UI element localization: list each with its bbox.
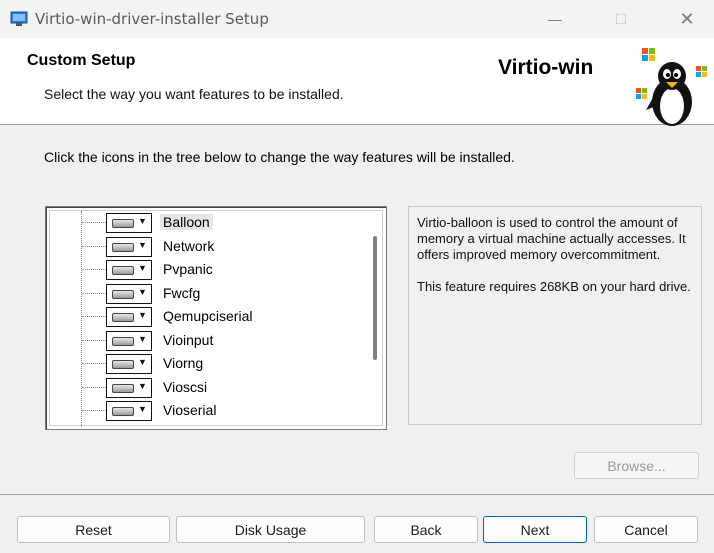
- feature-row[interactable]: ▼ Qemupciserial: [50, 305, 370, 328]
- reset-button[interactable]: Reset: [17, 516, 170, 543]
- feature-row[interactable]: ▼ Pvpanic: [50, 258, 370, 281]
- maximize-button[interactable]: ☐: [598, 0, 644, 38]
- feature-label[interactable]: Qemupciserial: [160, 308, 255, 324]
- dropdown-arrow-icon: ▼: [138, 263, 147, 273]
- dropdown-arrow-icon: ▼: [138, 333, 147, 344]
- feature-install-state-button[interactable]: ▼: [106, 213, 152, 233]
- dropdown-arrow-icon: ▼: [138, 239, 147, 250]
- feature-install-state-button[interactable]: ▼: [106, 260, 152, 280]
- tree-branch-line: [82, 245, 106, 247]
- feature-label[interactable]: Vioserial: [160, 402, 219, 418]
- disk-usage-button[interactable]: Disk Usage: [176, 516, 365, 543]
- tree-branch-line: [82, 386, 106, 388]
- tree-branch-line: [82, 363, 106, 364]
- feature-install-state-button[interactable]: ▼: [106, 401, 152, 421]
- brand-logo-text: Virtio-win: [498, 56, 594, 79]
- minimize-button[interactable]: —: [532, 0, 578, 38]
- footer-divider: [0, 494, 714, 495]
- hard-drive-icon: [112, 289, 134, 299]
- feature-install-state-button[interactable]: ▼: [106, 283, 152, 304]
- setup-header: Custom Setup Select the way you want fea…: [0, 38, 714, 126]
- next-button[interactable]: Next: [483, 516, 587, 543]
- instructions-text: Click the icons in the tree below to cha…: [44, 149, 515, 165]
- hard-drive-icon: [112, 219, 134, 228]
- back-button[interactable]: Back: [374, 516, 478, 543]
- feature-label[interactable]: Pvpanic: [160, 261, 216, 277]
- window-title: Virtio-win-driver-installer Setup: [35, 10, 269, 28]
- feature-install-state-button[interactable]: ▼: [106, 330, 152, 351]
- feature-label[interactable]: Vioinput: [160, 332, 216, 348]
- feature-install-state-button[interactable]: ▼: [106, 307, 152, 327]
- feature-description-panel: Virtio-balloon is used to control the am…: [408, 206, 702, 425]
- hard-drive-icon: [112, 336, 134, 346]
- title-bar: Virtio-win-driver-installer Setup — ☐ ✕: [0, 0, 714, 38]
- page-subtitle: Select the way you want features to be i…: [44, 86, 344, 102]
- feature-install-state-button[interactable]: ▼: [106, 354, 152, 374]
- hard-drive-icon: [112, 407, 134, 416]
- tree-branch-line: [82, 339, 106, 341]
- tree-branch-line: [82, 222, 106, 223]
- feature-label[interactable]: Fwcfg: [160, 285, 203, 301]
- feature-row[interactable]: ▼ Network: [50, 235, 370, 258]
- hard-drive-icon: [112, 313, 134, 322]
- hard-drive-icon: [112, 383, 134, 393]
- dropdown-arrow-icon: ▼: [138, 310, 147, 320]
- feature-tree-viewport: ▼ Balloon ▼ Network ▼ Pvpanic ▼ Fwcfg ▼ Qemupcise…: [49, 210, 383, 427]
- tux-windows-logo: [636, 48, 707, 126]
- feature-space-requirement: This feature requires 268KB on your hard…: [417, 279, 691, 294]
- tree-branch-line: [82, 316, 106, 317]
- close-button[interactable]: ✕: [664, 0, 710, 38]
- hard-drive-icon: [112, 360, 134, 369]
- installer-app-icon: [10, 11, 28, 26]
- maximize-icon: ☐: [614, 10, 628, 27]
- cancel-button[interactable]: Cancel: [594, 516, 698, 543]
- feature-install-state-button[interactable]: ▼: [106, 236, 152, 257]
- feature-row[interactable]: ▼ Vioscsi: [50, 376, 370, 399]
- feature-install-state-button[interactable]: ▼: [106, 377, 152, 398]
- feature-row[interactable]: ▼ Vioinput: [50, 329, 370, 352]
- hard-drive-icon: [112, 242, 134, 252]
- feature-label[interactable]: Vioscsi: [160, 379, 210, 395]
- feature-tree[interactable]: ▼ Balloon ▼ Network ▼ Pvpanic ▼ Fwcfg ▼ Qemupcise…: [45, 206, 387, 430]
- hard-drive-icon: [112, 266, 134, 275]
- feature-row[interactable]: ▼ Fwcfg: [50, 282, 370, 305]
- feature-label[interactable]: Balloon: [160, 214, 213, 230]
- tree-branch-line: [82, 410, 106, 411]
- feature-label[interactable]: Viorng: [160, 355, 206, 371]
- feature-row[interactable]: ▼ Vioserial: [50, 399, 370, 422]
- feature-description: Virtio-balloon is used to control the am…: [417, 215, 686, 262]
- dropdown-arrow-icon: ▼: [138, 286, 147, 297]
- feature-row[interactable]: ▼ Balloon: [50, 211, 370, 234]
- browse-button[interactable]: Browse...: [574, 452, 699, 479]
- page-title: Custom Setup: [27, 52, 136, 69]
- tree-branch-line: [82, 269, 106, 270]
- dropdown-arrow-icon: ▼: [138, 216, 147, 226]
- feature-row[interactable]: ▼ Viorng: [50, 352, 370, 375]
- tree-branch-line: [82, 292, 106, 294]
- feature-label[interactable]: Network: [160, 238, 217, 254]
- dropdown-arrow-icon: ▼: [138, 357, 147, 367]
- minimize-icon: —: [548, 11, 562, 27]
- tree-scrollbar[interactable]: [373, 236, 377, 360]
- dropdown-arrow-icon: ▼: [138, 380, 147, 391]
- close-icon: ✕: [679, 8, 695, 29]
- dropdown-arrow-icon: ▼: [138, 404, 147, 414]
